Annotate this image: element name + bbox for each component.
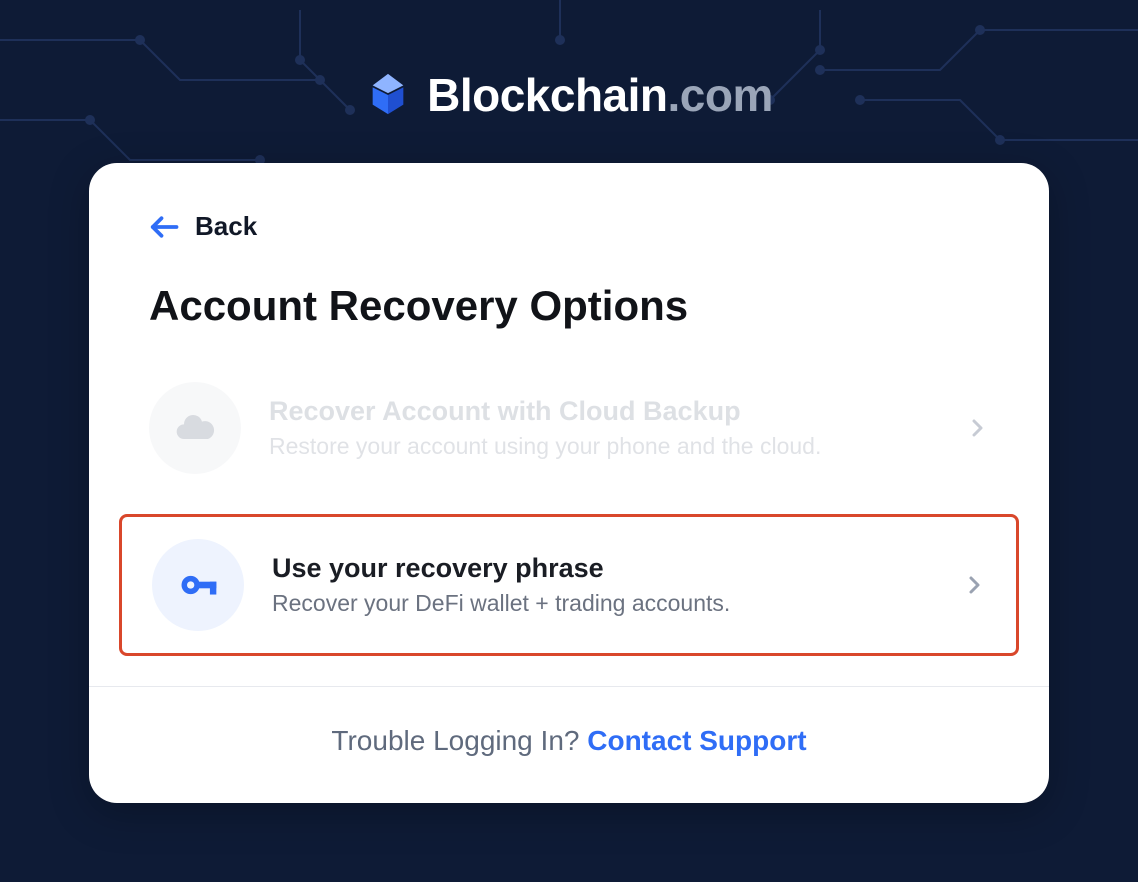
chevron-right-icon xyxy=(965,416,989,440)
footer-prompt: Trouble Logging In? xyxy=(331,725,587,756)
brand-wordmark: Blockchain.com xyxy=(427,68,773,122)
cloud-icon xyxy=(149,382,241,474)
option-text: Recover Account with Cloud Backup Restor… xyxy=(269,396,937,460)
option-text: Use your recovery phrase Recover your De… xyxy=(272,553,934,617)
brand-name-tld: .com xyxy=(668,69,773,121)
chevron-right-icon xyxy=(962,573,986,597)
option-cloud-backup[interactable]: Recover Account with Cloud Backup Restor… xyxy=(119,360,1019,496)
brand-logo-icon xyxy=(365,72,411,118)
recovery-card: Back Account Recovery Options Recover Ac… xyxy=(89,163,1049,803)
option-title: Recover Account with Cloud Backup xyxy=(269,396,937,427)
option-recovery-phrase[interactable]: Use your recovery phrase Recover your De… xyxy=(119,514,1019,656)
option-subtitle: Restore your account using your phone an… xyxy=(269,433,937,460)
arrow-left-icon xyxy=(149,212,179,242)
key-icon xyxy=(152,539,244,631)
page-title: Account Recovery Options xyxy=(89,242,1049,360)
brand-header: Blockchain.com xyxy=(0,0,1138,163)
option-title: Use your recovery phrase xyxy=(272,553,934,584)
back-button[interactable]: Back xyxy=(89,211,1049,242)
back-label: Back xyxy=(195,211,257,242)
brand-name-main: Blockchain xyxy=(427,69,667,121)
card-footer: Trouble Logging In? Contact Support xyxy=(89,686,1049,803)
option-subtitle: Recover your DeFi wallet + trading accou… xyxy=(272,590,934,617)
contact-support-link[interactable]: Contact Support xyxy=(587,725,806,756)
